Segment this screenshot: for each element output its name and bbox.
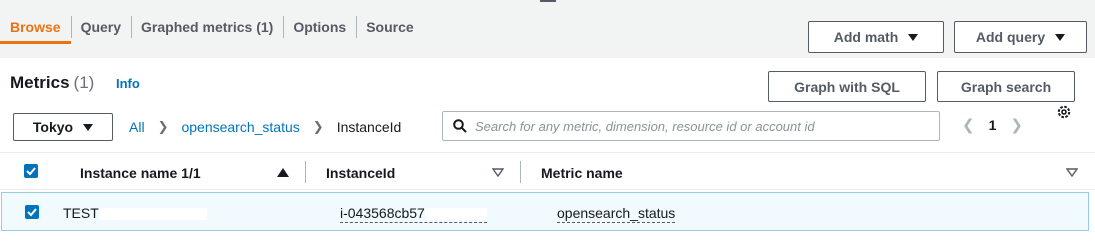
chevron-right-icon: ❯: [312, 119, 324, 134]
breadcrumb-all[interactable]: All: [129, 119, 145, 135]
page-title: Metrics (1): [10, 73, 94, 93]
tab-source[interactable]: Source: [356, 10, 423, 44]
column-divider[interactable]: [520, 161, 521, 183]
add-math-button[interactable]: Add math: [808, 21, 944, 53]
row-checkbox[interactable]: [25, 205, 39, 219]
gear-icon[interactable]: [1056, 104, 1072, 120]
add-query-label: Add query: [975, 29, 1046, 45]
tab-browse[interactable]: Browse: [0, 10, 71, 44]
metric-search: [442, 111, 940, 141]
metric-name-link[interactable]: opensearch_status: [557, 205, 676, 223]
add-math-label: Add math: [833, 29, 899, 45]
table-header: Instance name 1/1 InstanceId Metric name: [0, 152, 1095, 190]
search-icon: [453, 119, 467, 133]
metrics-title: Metrics: [10, 73, 70, 92]
check-icon: [27, 208, 37, 217]
resize-handle[interactable]: [540, 0, 556, 2]
breadcrumb-namespace[interactable]: opensearch_status: [181, 119, 299, 135]
tab-list: Browse Query Graphed metrics (1) Options…: [0, 10, 424, 44]
add-query-button[interactable]: Add query: [954, 21, 1087, 53]
redacted-block: [424, 208, 487, 221]
chevron-right-icon: ❯: [157, 119, 169, 134]
caret-down-icon: [1055, 33, 1066, 41]
breadcrumb: All ❯ opensearch_status ❯ InstanceId: [129, 119, 401, 135]
column-header-instance-name[interactable]: Instance name 1/1: [80, 165, 201, 181]
redacted-block: [98, 208, 207, 221]
tab-graphed-metrics[interactable]: Graphed metrics (1): [131, 10, 283, 44]
tab-options[interactable]: Options: [283, 10, 356, 44]
tab-query[interactable]: Query: [70, 10, 131, 44]
graph-with-sql-button[interactable]: Graph with SQL: [768, 71, 926, 102]
region-label: Tokyo: [32, 119, 74, 135]
instance-name-value: TEST: [63, 205, 99, 221]
metrics-count: (1): [73, 73, 95, 92]
instance-id-link[interactable]: i-043568cb57: [340, 205, 487, 223]
region-select[interactable]: Tokyo: [13, 113, 113, 141]
column-header-instance-id[interactable]: InstanceId: [326, 165, 395, 181]
chevron-right-icon[interactable]: ❯: [1010, 116, 1023, 134]
sort-asc-icon[interactable]: [277, 168, 289, 177]
caret-down-icon: [83, 123, 94, 131]
breadcrumb-dimension: InstanceId: [336, 119, 402, 135]
search-input[interactable]: [475, 118, 939, 134]
sort-desc-icon[interactable]: [1066, 168, 1078, 177]
column-divider[interactable]: [305, 161, 306, 183]
cell-instance-name: TEST: [63, 205, 207, 221]
page-number[interactable]: 1: [989, 117, 997, 133]
table-row[interactable]: TEST i-043568cb57 opensearch_status: [1, 192, 1089, 231]
select-all-checkbox[interactable]: [24, 164, 38, 178]
cell-metric-name: opensearch_status: [557, 205, 676, 223]
graph-search-button[interactable]: Graph search: [937, 71, 1075, 102]
chevron-left-icon[interactable]: ❮: [962, 116, 975, 134]
caret-down-icon: [908, 33, 919, 41]
info-link[interactable]: Info: [116, 76, 140, 91]
instance-id-value: i-043568cb57: [340, 205, 425, 221]
cell-instance-id: i-043568cb57: [340, 205, 487, 223]
check-icon: [26, 167, 36, 176]
sort-desc-icon[interactable]: [492, 168, 504, 177]
pagination: ❮ 1 ❯: [962, 116, 1023, 134]
column-header-metric-name[interactable]: Metric name: [541, 165, 623, 181]
